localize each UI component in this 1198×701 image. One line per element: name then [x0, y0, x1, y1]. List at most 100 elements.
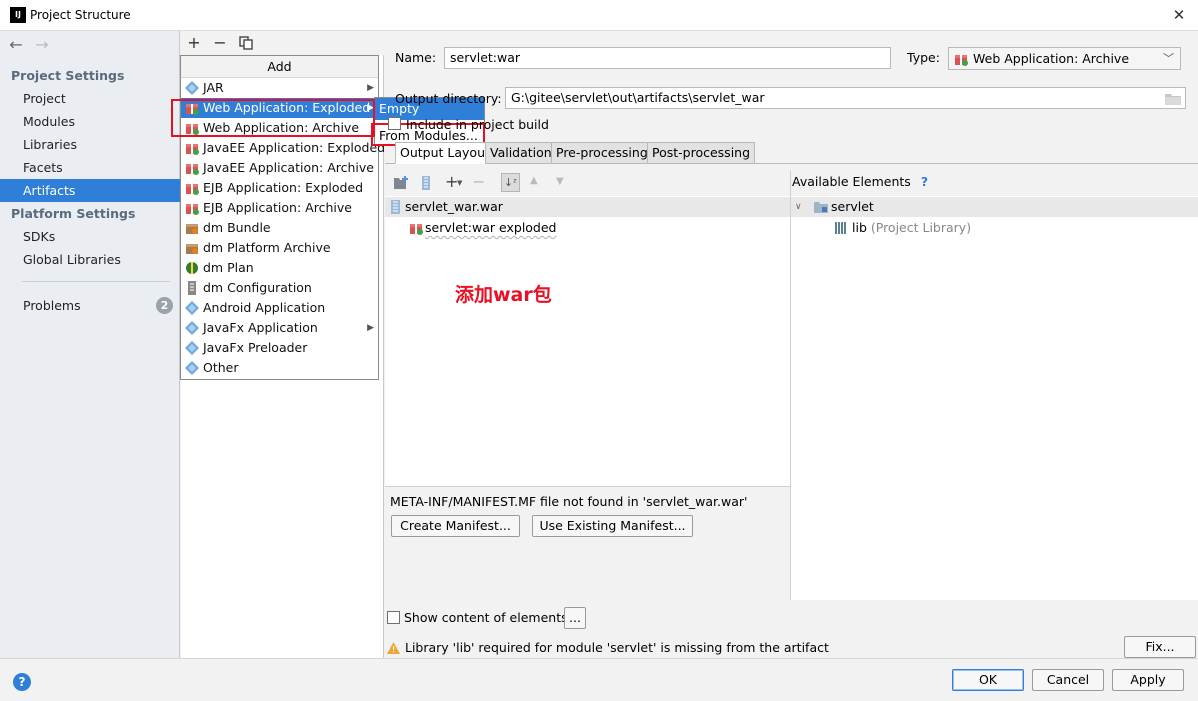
menu-item-dm-configuration[interactable]: dm Configuration: [181, 278, 378, 298]
tree-item-lib[interactable]: lib (Project Library): [791, 218, 1198, 238]
fix-button[interactable]: Fix...: [1124, 636, 1196, 658]
tree-item-servlet-war[interactable]: servlet_war.war: [385, 197, 790, 217]
create-manifest-button[interactable]: Create Manifest...: [391, 515, 520, 537]
cancel-button[interactable]: Cancel: [1032, 669, 1104, 691]
forward-arrow-icon[interactable]: →: [32, 37, 52, 53]
sidebar: ← → Project Settings Project Modules Lib…: [0, 31, 180, 658]
menu-item-dm-bundle[interactable]: dm Bundle: [181, 218, 378, 238]
tab-output-layout[interactable]: Output Layout: [395, 142, 495, 164]
sidebar-item-libraries[interactable]: Libraries: [0, 133, 180, 156]
menu-item-label: JavaEE Application: Exploded: [203, 140, 386, 155]
menu-item-android-application[interactable]: Android Application: [181, 298, 378, 318]
sidebar-item-facets[interactable]: Facets: [0, 156, 180, 179]
available-elements-pane: Available Elements ? ∨ servlet lib (Proj…: [790, 170, 1198, 600]
chevron-down-icon: ﹀: [1163, 52, 1174, 65]
remove-element-icon[interactable]: −: [472, 172, 485, 191]
menu-item-label: Android Application: [203, 300, 326, 315]
tab-post-processing[interactable]: Post-processing: [647, 142, 756, 164]
gift-icon: [955, 55, 968, 66]
back-arrow-icon[interactable]: ←: [6, 37, 26, 53]
menu-item-label: JavaFx Application: [203, 320, 318, 335]
diamond-icon: [185, 341, 199, 355]
add-popup-header: Add: [181, 56, 378, 78]
sidebar-item-project[interactable]: Project: [0, 87, 180, 110]
move-up-icon[interactable]: ▲: [530, 175, 538, 186]
tree-item-servlet-war-exploded[interactable]: servlet:war exploded: [385, 218, 790, 238]
new-directory-icon[interactable]: [394, 176, 409, 189]
ok-button[interactable]: OK: [952, 669, 1024, 691]
manifest-message: META-INF/MANIFEST.MF file not found in '…: [390, 494, 748, 509]
menu-item-ejb-archive[interactable]: EJB Application: Archive: [181, 198, 378, 218]
menu-item-dm-platform-archive[interactable]: dm Platform Archive: [181, 238, 378, 258]
tab-pre-processing[interactable]: Pre-processing: [551, 142, 653, 164]
gift-icon: [185, 101, 199, 115]
intellij-logo-icon: IJ: [10, 7, 26, 23]
output-directory-field[interactable]: G:\gitee\servlet\out\artifacts\servlet_w…: [505, 87, 1186, 109]
menu-item-javaee-archive[interactable]: JavaEE Application: Archive: [181, 158, 378, 178]
sidebar-divider: [22, 281, 170, 282]
menu-item-label: Web Application: Exploded: [203, 100, 371, 115]
menu-item-dm-plan[interactable]: dm Plan: [181, 258, 378, 278]
available-elements-header: Available Elements ?: [791, 170, 1198, 196]
menu-item-label: dm Plan: [203, 260, 254, 275]
move-down-icon[interactable]: ▼: [556, 176, 564, 187]
sidebar-item-artifacts[interactable]: Artifacts: [0, 179, 180, 202]
tree-item-label: lib: [852, 220, 867, 235]
type-label: Type:: [907, 50, 940, 65]
sidebar-item-sdks[interactable]: SDKs: [0, 225, 180, 248]
chevron-down-icon[interactable]: ∨: [795, 197, 802, 217]
include-build-checkbox[interactable]: [388, 117, 401, 130]
sidebar-item-problems[interactable]: Problems: [0, 294, 180, 317]
add-artifact-popup: Add JAR ▶ Web Application: Exploded ▶ Web Ap…: [180, 55, 385, 380]
menu-item-javafx-application[interactable]: JavaFx Application ▶: [181, 318, 378, 338]
gift-icon: [410, 224, 423, 235]
menu-item-other[interactable]: Other: [181, 358, 378, 378]
menu-item-label: dm Platform Archive: [203, 240, 331, 255]
help-icon[interactable]: ?: [13, 673, 31, 691]
diamond-icon: [185, 361, 199, 375]
ellipsis-button[interactable]: ...: [564, 607, 586, 629]
menu-item-web-app-archive[interactable]: Web Application: Archive: [181, 118, 378, 138]
name-label: Name:: [395, 50, 437, 65]
copy-artifact-button[interactable]: [236, 33, 256, 53]
folder-icon: [1165, 94, 1181, 105]
archive-icon[interactable]: [420, 176, 432, 190]
remove-artifact-button[interactable]: −: [210, 33, 230, 53]
sidebar-item-global-libraries[interactable]: Global Libraries: [0, 248, 180, 271]
name-field[interactable]: servlet:war: [444, 47, 891, 69]
window-title: Project Structure: [30, 8, 131, 22]
leaf-icon: [185, 261, 199, 275]
help-icon[interactable]: ?: [921, 174, 928, 189]
close-icon[interactable]: ✕: [1170, 6, 1188, 24]
tab-validation[interactable]: Validation: [485, 142, 557, 164]
sort-az-icon[interactable]: ↓ᶻ: [501, 173, 520, 192]
tree-item-servlet-module[interactable]: ∨ servlet: [791, 197, 1198, 217]
type-select[interactable]: Web Application: Archive ﹀: [948, 47, 1181, 70]
gift-icon: [185, 141, 199, 155]
menu-item-web-app-exploded[interactable]: Web Application: Exploded ▶: [181, 98, 378, 118]
menu-item-jar[interactable]: JAR ▶: [181, 78, 378, 98]
platform-settings-header: Platform Settings: [11, 206, 136, 221]
submenu-arrow-icon: ▶: [367, 103, 374, 113]
menu-item-javaee-exploded[interactable]: JavaEE Application: Exploded: [181, 138, 385, 158]
archive-icon: [391, 200, 400, 214]
title-bar: IJ Project Structure ✕: [0, 0, 1198, 31]
diamond-icon: [185, 321, 199, 335]
output-layout-pane: + ▼ − ↓ᶻ ▲ ▼ servlet_war.war servlet:war…: [385, 170, 790, 486]
submenu-arrow-icon: ▶: [367, 83, 374, 93]
menu-item-ejb-exploded[interactable]: EJB Application: Exploded: [181, 178, 378, 198]
apply-button[interactable]: Apply: [1112, 669, 1184, 691]
menu-item-label: JAR: [203, 80, 224, 95]
menu-item-label: EJB Application: Archive: [203, 200, 352, 215]
menu-item-label: EJB Application: Exploded: [203, 180, 364, 195]
layout-toolbar: + ▼ − ↓ᶻ ▲ ▼: [385, 170, 790, 196]
sidebar-item-modules[interactable]: Modules: [0, 110, 180, 133]
add-artifact-button[interactable]: +: [184, 33, 204, 53]
bundle-icon: [185, 221, 199, 235]
gift-icon: [185, 201, 199, 215]
use-existing-manifest-button[interactable]: Use Existing Manifest...: [532, 515, 693, 537]
menu-item-javafx-preloader[interactable]: JavaFx Preloader: [181, 338, 378, 358]
show-content-checkbox[interactable]: [387, 611, 400, 624]
show-content-label: Show content of elements: [404, 610, 568, 625]
copy-icon: [239, 36, 253, 50]
